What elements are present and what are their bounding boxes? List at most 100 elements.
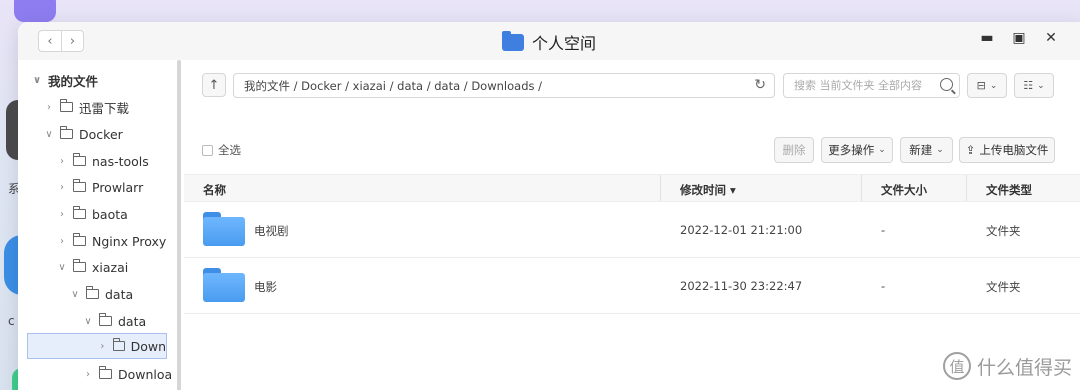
select-all-label: 全选 [218, 143, 241, 157]
chevron-down-icon: ⌄ [989, 80, 998, 91]
file-manager-window: ‹ › 个人空间 ▬ ▣ ✕ ∨ 我的文件 › 迅雷下载 ∨ Docker › [18, 22, 1080, 390]
column-divider[interactable] [660, 175, 661, 201]
up-level-button[interactable]: ↑ [202, 73, 226, 97]
column-header-modified[interactable]: 修改时间 ▾ [680, 182, 736, 198]
tree-item-label: Downloa [118, 366, 173, 382]
file-name[interactable]: 电视剧 [254, 223, 289, 239]
file-list-panel: ↑ 我的文件 / Docker / xiazai / data / data /… [184, 60, 1080, 390]
file-name[interactable]: 电影 [254, 279, 277, 295]
file-size: - [881, 223, 886, 237]
window-controls: ▬ ▣ ✕ [978, 30, 1060, 46]
maximize-button[interactable]: ▣ [1010, 30, 1028, 46]
search-icon[interactable] [940, 78, 953, 91]
chevron-down-icon[interactable]: ∨ [83, 316, 93, 327]
folder-icon [73, 153, 86, 166]
watermark-text: 什么值得买 [976, 356, 1072, 379]
more-actions-button[interactable]: 更多操作 ⌄ [821, 137, 893, 163]
column-header-size[interactable]: 文件大小 [881, 182, 927, 198]
folder-icon [99, 313, 112, 326]
tree-item-label: Prowlarr [92, 179, 144, 195]
folder-icon [60, 126, 73, 139]
refresh-icon[interactable]: ↻ [754, 77, 766, 93]
column-header-type[interactable]: 文件类型 [986, 182, 1032, 198]
title-bar[interactable]: ‹ › 个人空间 ▬ ▣ ✕ [18, 22, 1080, 60]
tree-item-docker[interactable]: ∨ Docker [44, 123, 123, 145]
chevron-right-icon[interactable]: › [83, 369, 93, 380]
tree-item-nginx-proxy[interactable]: › Nginx Proxy [57, 230, 166, 252]
chevron-down-icon[interactable]: ∨ [32, 75, 42, 86]
folder-tree: ∨ 我的文件 › 迅雷下载 ∨ Docker › nas-tools › Pro… [18, 60, 181, 390]
folder-icon [73, 206, 86, 219]
sidebar-scrollbar[interactable] [177, 60, 181, 390]
sort-desc-icon: ▾ [730, 183, 736, 197]
column-header-label: 修改时间 [680, 183, 726, 197]
path-bar[interactable]: 我的文件 / Docker / xiazai / data / data / D… [233, 73, 775, 98]
chevron-down-icon: ⌄ [1037, 80, 1045, 91]
file-size: - [881, 279, 886, 293]
chevron-down-icon[interactable]: ∨ [57, 262, 67, 273]
window-title-text: 个人空间 [531, 34, 596, 53]
desktop-app-icon[interactable] [14, 0, 56, 22]
chevron-right-icon[interactable]: › [57, 236, 67, 247]
chevron-down-icon[interactable]: ∨ [70, 289, 80, 300]
site-watermark: 值 什么值得买 [942, 352, 1072, 380]
filter-icon: ⊟ [976, 79, 986, 92]
table-row[interactable]: 电视剧 2022-12-01 21:21:00 - 文件夹 [184, 202, 1080, 258]
table-row[interactable]: 电影 2022-11-30 23:22:47 - 文件夹 [184, 258, 1080, 314]
folder-icon [203, 268, 245, 302]
filter-dropdown[interactable]: ⊟ ⌄ [967, 73, 1007, 98]
file-type: 文件夹 [986, 280, 1021, 294]
delete-button[interactable]: 删除 [774, 137, 814, 163]
folder-icon [501, 30, 524, 51]
chevron-down-icon: ⌄ [936, 145, 944, 155]
list-view-icon: ☷ [1023, 79, 1034, 92]
chevron-down-icon[interactable]: ∨ [44, 129, 54, 140]
tree-item-baota[interactable]: › baota [57, 203, 128, 225]
column-divider[interactable] [966, 175, 967, 201]
tree-item-data[interactable]: ∨ data [70, 283, 133, 305]
tree-item-label: 迅雷下载 [79, 100, 130, 116]
tree-item-xiazai[interactable]: ∨ xiazai [57, 256, 128, 278]
chevron-right-icon[interactable]: › [57, 156, 67, 167]
tree-item-nas-tools[interactable]: › nas-tools [57, 150, 149, 172]
upload-button[interactable]: ⇪ 上传电脑文件 [959, 137, 1055, 163]
column-header-name[interactable]: 名称 [203, 182, 226, 198]
tree-item-label: data [105, 286, 134, 302]
tree-item-data-inner[interactable]: ∨ data [83, 310, 146, 332]
file-type: 文件夹 [986, 224, 1021, 238]
folder-icon [73, 179, 86, 192]
folder-icon [60, 99, 73, 112]
select-all-checkbox[interactable] [202, 144, 213, 156]
select-all[interactable]: 全选 [202, 142, 241, 158]
file-modified: 2022-12-01 21:21:00 [680, 223, 803, 237]
folder-icon [99, 366, 112, 379]
tree-item-downloads[interactable]: › Downloa [83, 363, 177, 385]
search-box[interactable] [783, 73, 960, 98]
desktop-app-label: c [8, 314, 15, 328]
chevron-right-icon[interactable]: › [44, 102, 54, 113]
tree-item-prowlarr[interactable]: › Prowlarr [57, 176, 143, 198]
upload-icon: ⇪ [965, 143, 976, 157]
close-button[interactable]: ✕ [1042, 30, 1060, 46]
tree-item-label: Docker [79, 126, 123, 142]
new-button[interactable]: 新建 ⌄ [900, 137, 953, 163]
tree-item-my-files[interactable]: ∨ 我的文件 [32, 69, 98, 91]
tree-item-label: Nginx Proxy [92, 233, 167, 249]
watermark-logo: 值 [942, 352, 971, 380]
path-text: 我的文件 / Docker / xiazai / data / data / D… [244, 78, 543, 93]
chevron-right-icon[interactable]: › [98, 341, 107, 352]
chevron-right-icon[interactable]: › [57, 182, 67, 193]
folder-icon [73, 233, 86, 246]
tree-item-label: nas-tools [92, 153, 149, 169]
chevron-right-icon[interactable]: › [57, 209, 67, 220]
search-input[interactable] [794, 79, 932, 92]
view-mode-dropdown[interactable]: ☷ ⌄ [1014, 73, 1054, 98]
minimize-button[interactable]: ▬ [978, 30, 996, 46]
folder-icon [86, 286, 99, 299]
tree-item-label: baota [92, 206, 128, 222]
folder-icon [112, 338, 125, 351]
column-divider[interactable] [861, 175, 862, 201]
tree-item-xunlei[interactable]: › 迅雷下载 [44, 96, 129, 118]
tree-item-downloads-selected[interactable]: › Down [27, 333, 167, 359]
tree-item-label: 我的文件 [48, 73, 99, 89]
